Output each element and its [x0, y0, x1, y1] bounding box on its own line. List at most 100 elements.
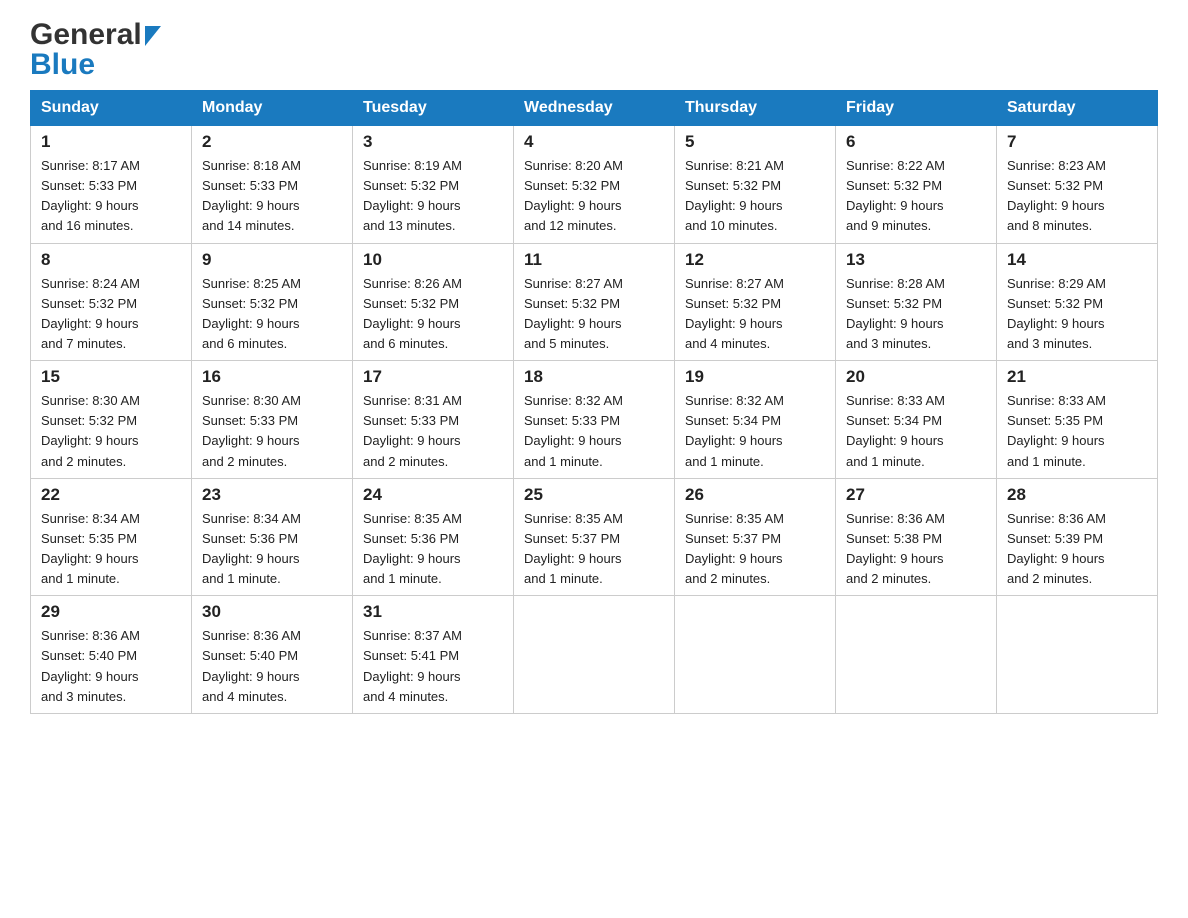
day-info: Sunrise: 8:22 AMSunset: 5:32 PMDaylight:… [846, 156, 986, 237]
day-info: Sunrise: 8:32 AMSunset: 5:33 PMDaylight:… [524, 391, 664, 472]
day-info: Sunrise: 8:30 AMSunset: 5:32 PMDaylight:… [41, 391, 181, 472]
calendar-table: SundayMondayTuesdayWednesdayThursdayFrid… [30, 90, 1158, 714]
calendar-cell: 15 Sunrise: 8:30 AMSunset: 5:32 PMDayligh… [31, 361, 192, 479]
day-number: 2 [202, 132, 342, 152]
calendar-cell: 30Sunrise: 8:36 AMSunset: 5:40 PMDayligh… [192, 596, 353, 714]
day-number: 11 [524, 250, 664, 270]
calendar-cell: 5 Sunrise: 8:21 AMSunset: 5:32 PMDaylight… [675, 126, 836, 244]
calendar-cell: 12Sunrise: 8:27 AMSunset: 5:32 PMDayligh… [675, 243, 836, 361]
calendar-cell: 21 Sunrise: 8:33 AMSunset: 5:35 PMDayligh… [997, 361, 1158, 479]
day-info: Sunrise: 8:20 AMSunset: 5:32 PMDaylight:… [524, 156, 664, 237]
day-info: Sunrise: 8:35 AMSunset: 5:36 PMDaylight:… [363, 509, 503, 590]
day-number: 10 [363, 250, 503, 270]
day-info: Sunrise: 8:18 AMSunset: 5:33 PMDaylight:… [202, 156, 342, 237]
day-info: Sunrise: 8:27 AMSunset: 5:32 PMDaylight:… [685, 274, 825, 355]
day-info: Sunrise: 8:26 AMSunset: 5:32 PMDaylight:… [363, 274, 503, 355]
day-info: Sunrise: 8:30 AMSunset: 5:33 PMDaylight:… [202, 391, 342, 472]
week-row-1: 1 Sunrise: 8:17 AMSunset: 5:33 PMDaylight… [31, 126, 1158, 244]
day-info: Sunrise: 8:23 AMSunset: 5:32 PMDaylight:… [1007, 156, 1147, 237]
day-number: 22 [41, 485, 181, 505]
day-number: 21 [1007, 367, 1147, 387]
calendar-cell: 2 Sunrise: 8:18 AMSunset: 5:33 PMDaylight… [192, 126, 353, 244]
col-header-thursday: Thursday [675, 91, 836, 126]
day-info: Sunrise: 8:33 AMSunset: 5:35 PMDaylight:… [1007, 391, 1147, 472]
day-number: 26 [685, 485, 825, 505]
calendar-cell: 19 Sunrise: 8:32 AMSunset: 5:34 PMDayligh… [675, 361, 836, 479]
calendar-cell: 7 Sunrise: 8:23 AMSunset: 5:32 PMDaylight… [997, 126, 1158, 244]
day-number: 8 [41, 250, 181, 270]
day-number: 4 [524, 132, 664, 152]
day-number: 13 [846, 250, 986, 270]
day-number: 27 [846, 485, 986, 505]
day-number: 19 [685, 367, 825, 387]
day-number: 28 [1007, 485, 1147, 505]
day-info: Sunrise: 8:17 AMSunset: 5:33 PMDaylight:… [41, 156, 181, 237]
day-info: Sunrise: 8:33 AMSunset: 5:34 PMDaylight:… [846, 391, 986, 472]
calendar-cell: 18 Sunrise: 8:32 AMSunset: 5:33 PMDayligh… [514, 361, 675, 479]
day-number: 18 [524, 367, 664, 387]
day-info: Sunrise: 8:36 AMSunset: 5:40 PMDaylight:… [202, 626, 342, 707]
week-row-4: 22 Sunrise: 8:34 AMSunset: 5:35 PMDayligh… [31, 478, 1158, 596]
day-info: Sunrise: 8:28 AMSunset: 5:32 PMDaylight:… [846, 274, 986, 355]
calendar-cell: 14 Sunrise: 8:29 AMSunset: 5:32 PMDayligh… [997, 243, 1158, 361]
day-number: 20 [846, 367, 986, 387]
calendar-cell: 11 Sunrise: 8:27 AMSunset: 5:32 PMDayligh… [514, 243, 675, 361]
day-info: Sunrise: 8:35 AMSunset: 5:37 PMDaylight:… [524, 509, 664, 590]
day-info: Sunrise: 8:36 AMSunset: 5:39 PMDaylight:… [1007, 509, 1147, 590]
day-info: Sunrise: 8:34 AMSunset: 5:36 PMDaylight:… [202, 509, 342, 590]
day-number: 14 [1007, 250, 1147, 270]
calendar-cell: 22 Sunrise: 8:34 AMSunset: 5:35 PMDayligh… [31, 478, 192, 596]
day-info: Sunrise: 8:27 AMSunset: 5:32 PMDaylight:… [524, 274, 664, 355]
day-info: Sunrise: 8:29 AMSunset: 5:32 PMDaylight:… [1007, 274, 1147, 355]
day-info: Sunrise: 8:25 AMSunset: 5:32 PMDaylight:… [202, 274, 342, 355]
calendar-cell: 20 Sunrise: 8:33 AMSunset: 5:34 PMDayligh… [836, 361, 997, 479]
calendar-header-row: SundayMondayTuesdayWednesdayThursdayFrid… [31, 91, 1158, 126]
calendar-cell: 16 Sunrise: 8:30 AMSunset: 5:33 PMDayligh… [192, 361, 353, 479]
day-number: 31 [363, 602, 503, 622]
logo-triangle-icon [145, 26, 161, 46]
day-info: Sunrise: 8:37 AMSunset: 5:41 PMDaylight:… [363, 626, 503, 707]
calendar-cell: 23 Sunrise: 8:34 AMSunset: 5:36 PMDayligh… [192, 478, 353, 596]
day-info: Sunrise: 8:36 AMSunset: 5:38 PMDaylight:… [846, 509, 986, 590]
calendar-cell: 31 Sunrise: 8:37 AMSunset: 5:41 PMDayligh… [353, 596, 514, 714]
day-number: 7 [1007, 132, 1147, 152]
logo: General Blue [30, 20, 161, 80]
day-number: 5 [685, 132, 825, 152]
day-number: 15 [41, 367, 181, 387]
day-info: Sunrise: 8:32 AMSunset: 5:34 PMDaylight:… [685, 391, 825, 472]
calendar-cell [514, 596, 675, 714]
calendar-cell: 4 Sunrise: 8:20 AMSunset: 5:32 PMDaylight… [514, 126, 675, 244]
calendar-cell: 17 Sunrise: 8:31 AMSunset: 5:33 PMDayligh… [353, 361, 514, 479]
calendar-cell: 28 Sunrise: 8:36 AMSunset: 5:39 PMDayligh… [997, 478, 1158, 596]
day-info: Sunrise: 8:31 AMSunset: 5:33 PMDaylight:… [363, 391, 503, 472]
calendar-cell: 13 Sunrise: 8:28 AMSunset: 5:32 PMDayligh… [836, 243, 997, 361]
week-row-3: 15 Sunrise: 8:30 AMSunset: 5:32 PMDayligh… [31, 361, 1158, 479]
day-info: Sunrise: 8:21 AMSunset: 5:32 PMDaylight:… [685, 156, 825, 237]
day-number: 25 [524, 485, 664, 505]
calendar-cell: 27 Sunrise: 8:36 AMSunset: 5:38 PMDayligh… [836, 478, 997, 596]
day-number: 23 [202, 485, 342, 505]
day-number: 16 [202, 367, 342, 387]
calendar-cell: 24 Sunrise: 8:35 AMSunset: 5:36 PMDayligh… [353, 478, 514, 596]
col-header-friday: Friday [836, 91, 997, 126]
calendar-cell: 8 Sunrise: 8:24 AMSunset: 5:32 PMDaylight… [31, 243, 192, 361]
day-info: Sunrise: 8:36 AMSunset: 5:40 PMDaylight:… [41, 626, 181, 707]
day-number: 1 [41, 132, 181, 152]
calendar-cell: 6 Sunrise: 8:22 AMSunset: 5:32 PMDaylight… [836, 126, 997, 244]
day-info: Sunrise: 8:24 AMSunset: 5:32 PMDaylight:… [41, 274, 181, 355]
logo-general: General [30, 20, 142, 50]
day-number: 17 [363, 367, 503, 387]
calendar-cell [997, 596, 1158, 714]
calendar-cell: 10 Sunrise: 8:26 AMSunset: 5:32 PMDayligh… [353, 243, 514, 361]
day-number: 24 [363, 485, 503, 505]
day-info: Sunrise: 8:35 AMSunset: 5:37 PMDaylight:… [685, 509, 825, 590]
calendar-cell: 9Sunrise: 8:25 AMSunset: 5:32 PMDaylight… [192, 243, 353, 361]
day-number: 6 [846, 132, 986, 152]
calendar-cell: 26 Sunrise: 8:35 AMSunset: 5:37 PMDayligh… [675, 478, 836, 596]
week-row-5: 29 Sunrise: 8:36 AMSunset: 5:40 PMDayligh… [31, 596, 1158, 714]
day-info: Sunrise: 8:34 AMSunset: 5:35 PMDaylight:… [41, 509, 181, 590]
logo-blue: Blue [30, 50, 95, 80]
day-number: 29 [41, 602, 181, 622]
calendar-cell: 1 Sunrise: 8:17 AMSunset: 5:33 PMDaylight… [31, 126, 192, 244]
calendar-cell: 3Sunrise: 8:19 AMSunset: 5:32 PMDaylight… [353, 126, 514, 244]
